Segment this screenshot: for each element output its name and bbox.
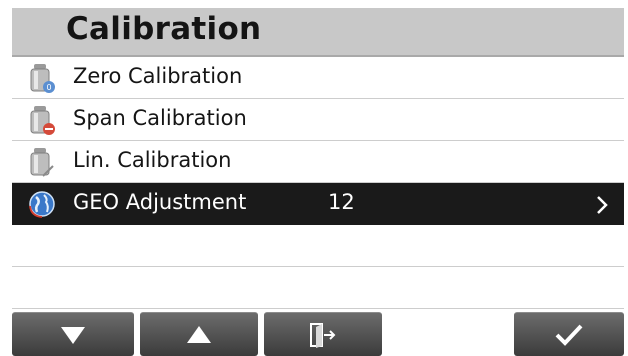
- span-calibration-weight-icon: [30, 106, 55, 135]
- up-button[interactable]: [140, 312, 258, 356]
- up-arrow-icon: [187, 325, 211, 343]
- menu-item-lin-calibration[interactable]: Lin. Calibration: [12, 141, 624, 183]
- menu-item-label: Lin. Calibration: [73, 148, 232, 172]
- geo-adjustment-value: 12: [328, 190, 355, 214]
- svg-text:0: 0: [46, 83, 51, 92]
- chevron-right-icon: [597, 196, 608, 214]
- menu-item-zero-calibration[interactable]: 0 Zero Calibration: [12, 57, 624, 99]
- down-arrow-icon: [61, 326, 85, 344]
- globe-icon: [29, 191, 55, 218]
- page-title: Calibration: [66, 11, 262, 47]
- menu-item-span-calibration[interactable]: Span Calibration: [12, 99, 624, 141]
- calibration-menu: 0 Zero Calibration Span Calibration Lin.…: [12, 57, 624, 309]
- menu-item-geo-adjustment[interactable]: GEO Adjustment 12: [12, 183, 624, 225]
- header-bar: Calibration: [12, 8, 624, 57]
- empty-row: [12, 267, 624, 309]
- menu-item-label: Span Calibration: [73, 106, 247, 130]
- linearity-calibration-weight-icon: [30, 148, 54, 177]
- down-button[interactable]: [12, 312, 134, 356]
- exit-icon: [310, 322, 336, 348]
- zero-calibration-weight-icon: 0: [30, 64, 55, 93]
- menu-item-label: Zero Calibration: [73, 64, 243, 88]
- calibration-screen: Calibration 0 Zero Calibration Span Cali…: [12, 8, 624, 356]
- empty-row: [12, 225, 624, 267]
- confirm-button[interactable]: [514, 312, 624, 356]
- checkmark-icon: [555, 324, 583, 346]
- menu-item-label: GEO Adjustment: [73, 190, 247, 214]
- exit-button[interactable]: [264, 312, 382, 356]
- softkey-bar: [12, 312, 624, 356]
